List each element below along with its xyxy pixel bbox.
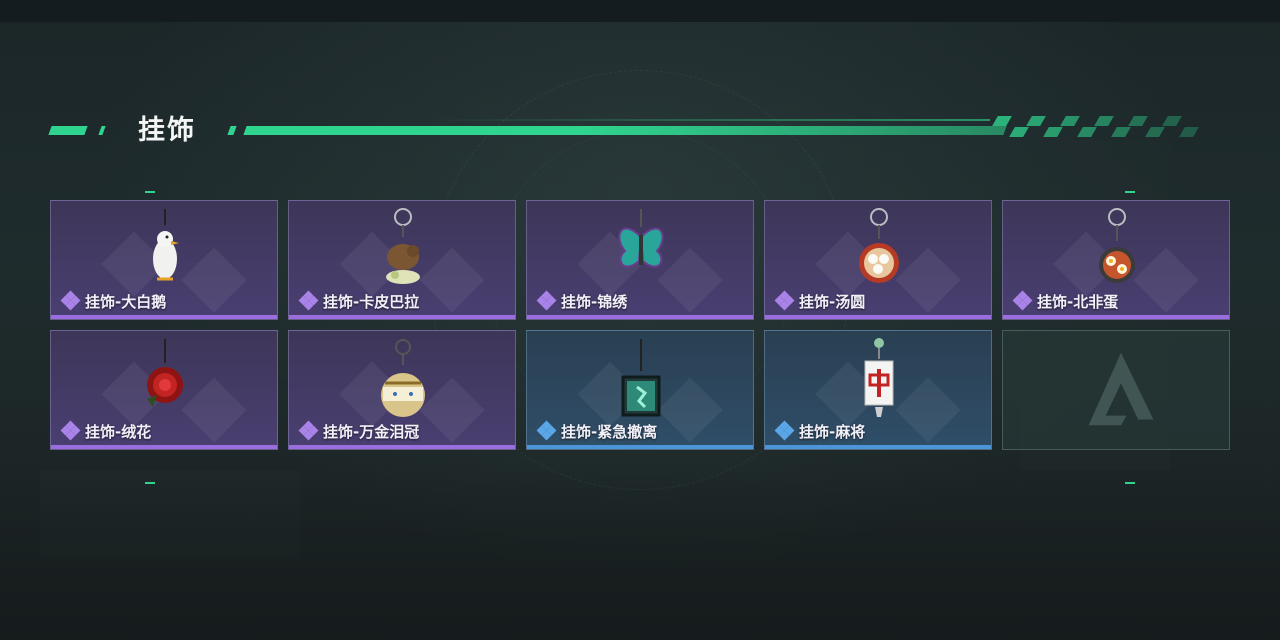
section-title: 挂饰 [138,115,196,146]
top-bar [0,0,1280,22]
charm-label: 挂饰-麻将 [774,420,866,441]
checker-square [1128,116,1148,126]
charm-card[interactable]: 挂饰-麻将 [764,330,992,450]
charm-card[interactable]: 挂饰-卡皮巴拉 [288,200,516,320]
charm-card[interactable]: 挂饰-北非蛋 [1002,200,1230,320]
checker-square [1060,116,1080,126]
checker-square [1162,116,1182,126]
charm-card[interactable]: 挂饰-锦绣 [526,200,754,320]
tangyuan-bowl-charm-icon [859,208,899,283]
charm-label: 挂饰-卡皮巴拉 [298,290,420,311]
checker-square [1094,116,1114,126]
charm-card[interactable]: 挂饰-紧急撤离 [526,330,754,450]
charm-name: 挂饰-万金泪冠 [323,422,420,441]
rarity-stripe [527,315,753,319]
checker-square [1077,127,1097,137]
rarity-diamond-icon [536,290,557,311]
charm-name: 挂饰-绒花 [85,422,152,441]
background-city [0,470,1280,640]
charm-card[interactable]: 挂饰-绒花 [50,330,278,450]
rarity-diamond-icon [60,290,81,311]
rarity-stripe [765,445,991,449]
section-header: 挂饰 [0,108,1280,148]
checker-square [1043,127,1063,137]
charm-card[interactable]: 挂饰-大白鹅 [50,200,278,320]
rarity-diamond-icon [60,420,81,441]
empty-slot-logo-icon [1088,352,1154,426]
charm-grid: 挂饰-大白鹅 挂饰-卡皮巴拉 挂饰-锦绣 挂饰-汤圆 挂饰-北非蛋挂饰-绒花 挂饰-万金泪… [50,200,1230,450]
charm-label: 挂饰-紧急撤离 [536,420,658,441]
charm-label: 挂饰-汤圆 [774,290,866,311]
charm-name: 挂饰-卡皮巴拉 [323,292,420,311]
rarity-stripe [289,445,515,449]
rarity-stripe [765,315,991,319]
corner-tick [1125,191,1135,193]
rarity-diamond-icon [1012,290,1033,311]
charm-name: 挂饰-汤圆 [799,292,866,311]
header-accent-dash [227,126,237,135]
charm-card[interactable]: 挂饰-汤圆 [764,200,992,320]
checker-square [992,116,1012,126]
rarity-stripe [51,315,277,319]
shakshuka-pan-charm-icon [1099,208,1135,283]
charm-name: 挂饰-锦绣 [561,292,628,311]
crown-egg-charm-icon [381,339,425,417]
charm-name: 挂饰-北非蛋 [1037,292,1119,311]
rarity-stripe [1003,315,1229,319]
charm-name: 挂饰-大白鹅 [85,292,167,311]
charm-label: 挂饰-万金泪冠 [298,420,420,441]
charm-label: 挂饰-绒花 [60,420,152,441]
charm-name: 挂饰-麻将 [799,422,866,441]
charm-label: 挂饰-北非蛋 [1012,290,1119,311]
charm-card[interactable]: 挂饰-万金泪冠 [288,330,516,450]
rarity-diamond-icon [774,290,795,311]
header-accent-dash [48,126,88,135]
rarity-stripe [51,445,277,449]
corner-tick [145,191,155,193]
butterfly-charm-icon [618,209,664,268]
rarity-stripe [527,445,753,449]
charm-label: 挂饰-大白鹅 [60,290,167,311]
exit-sign-charm-icon [621,339,661,417]
corner-tick [145,482,155,484]
header-checker-pattern [992,116,1205,138]
checker-square [1026,116,1046,126]
red-flower-charm-icon [147,339,183,407]
header-accent-dash [98,126,106,135]
header-thin-line [430,119,990,121]
charm-name: 挂饰-紧急撤离 [561,422,658,441]
capybara-charm-icon [386,208,420,284]
charm-label: 挂饰-锦绣 [536,290,628,311]
rarity-diamond-icon [298,420,319,441]
rarity-diamond-icon [536,420,557,441]
checker-square [1009,127,1029,137]
checker-square [1145,127,1165,137]
checker-square [1179,127,1199,137]
rarity-diamond-icon [774,420,795,441]
rarity-diamond-icon [298,290,319,311]
goose-charm-icon [153,209,179,281]
empty-charm-slot[interactable] [1002,330,1230,450]
header-accent-bar [243,126,1007,135]
corner-tick [1125,482,1135,484]
rarity-stripe [289,315,515,319]
mahjong-tile-charm-icon [864,338,894,417]
checker-square [1111,127,1131,137]
